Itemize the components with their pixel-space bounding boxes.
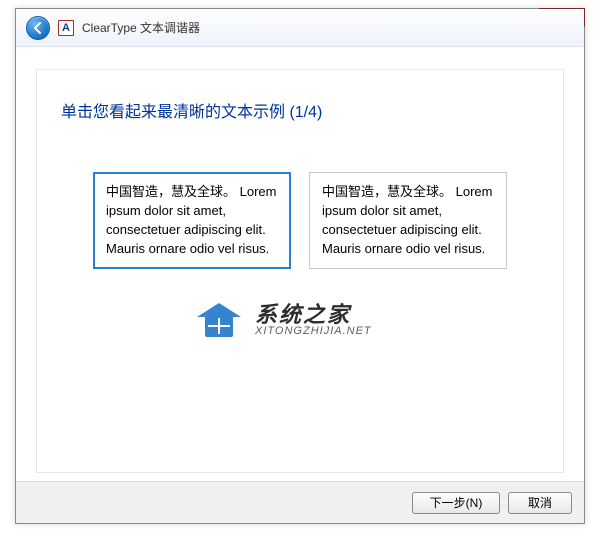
text-sample-1[interactable]: 中国智造，慧及全球。 Lorem ipsum dolor sit amet, c… <box>93 172 291 269</box>
content-area: 单击您看起来最清晰的文本示例 (1/4) 中国智造，慧及全球。 Lorem ip… <box>36 69 564 473</box>
wizard-window: A ClearType 文本调谐器 单击您看起来最清晰的文本示例 (1/4) 中… <box>15 8 585 524</box>
app-icon: A <box>58 20 74 36</box>
page-heading: 单击您看起来最清晰的文本示例 (1/4) <box>61 98 539 122</box>
header-bar: A ClearType 文本调谐器 <box>16 9 584 47</box>
footer-bar: 下一步(N) 取消 <box>16 481 584 523</box>
cancel-button[interactable]: 取消 <box>508 492 572 514</box>
sample-text-cn: 中国智造，慧及全球。 <box>106 184 236 199</box>
sample-text-cn: 中国智造，慧及全球。 <box>322 184 452 199</box>
next-button[interactable]: 下一步(N) <box>412 492 500 514</box>
text-sample-2[interactable]: 中国智造，慧及全球。 Lorem ipsum dolor sit amet, c… <box>309 172 507 269</box>
sample-container: 中国智造，慧及全球。 Lorem ipsum dolor sit amet, c… <box>61 172 539 269</box>
back-arrow-icon <box>31 21 45 35</box>
back-button[interactable] <box>26 16 50 40</box>
app-title: ClearType 文本调谐器 <box>82 19 200 36</box>
